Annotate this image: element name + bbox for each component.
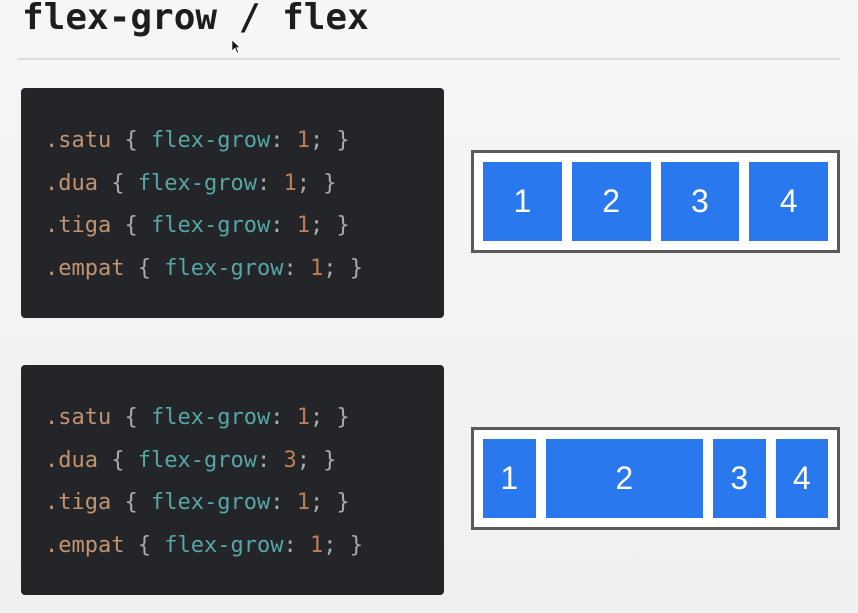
title-divider	[18, 58, 840, 60]
flex-item-3: 3	[660, 162, 740, 241]
flex-item-1: 1	[483, 439, 536, 518]
code-line-empat: .empat { flex-grow: 1; }	[45, 255, 363, 281]
page-title: flex-grow / flex	[22, 0, 369, 38]
flex-item-4: 4	[749, 162, 828, 241]
code-line-dua: .dua { flex-grow: 1; }	[45, 170, 337, 196]
code-line-tiga: .tiga { flex-grow: 1; }	[45, 490, 350, 515]
code-line-satu: .satu { flex-grow: 1; }	[45, 405, 350, 430]
code-block-equal-grow: .satu { flex-grow: 1; } .dua { flex-grow…	[21, 88, 444, 318]
flex-container-demo-uneven: 1 2 3 4	[471, 427, 840, 530]
flex-container-demo-equal: 1 2 3 4	[471, 150, 840, 253]
flex-item-4: 4	[775, 439, 828, 518]
code-line-empat: .empat { flex-grow: 1; }	[45, 532, 363, 558]
flex-item-3: 3	[713, 439, 766, 518]
mouse-cursor-icon	[232, 40, 240, 54]
flex-item-2: 2	[571, 162, 651, 241]
code-line-satu: .satu { flex-grow: 1; }	[45, 128, 350, 153]
flex-item-1: 1	[483, 162, 562, 241]
flex-item-2: 2	[545, 439, 703, 518]
code-line-dua: .dua { flex-grow: 3; }	[45, 447, 337, 473]
code-block-uneven-grow: .satu { flex-grow: 1; } .dua { flex-grow…	[21, 365, 444, 595]
code-line-tiga: .tiga { flex-grow: 1; }	[45, 213, 350, 238]
